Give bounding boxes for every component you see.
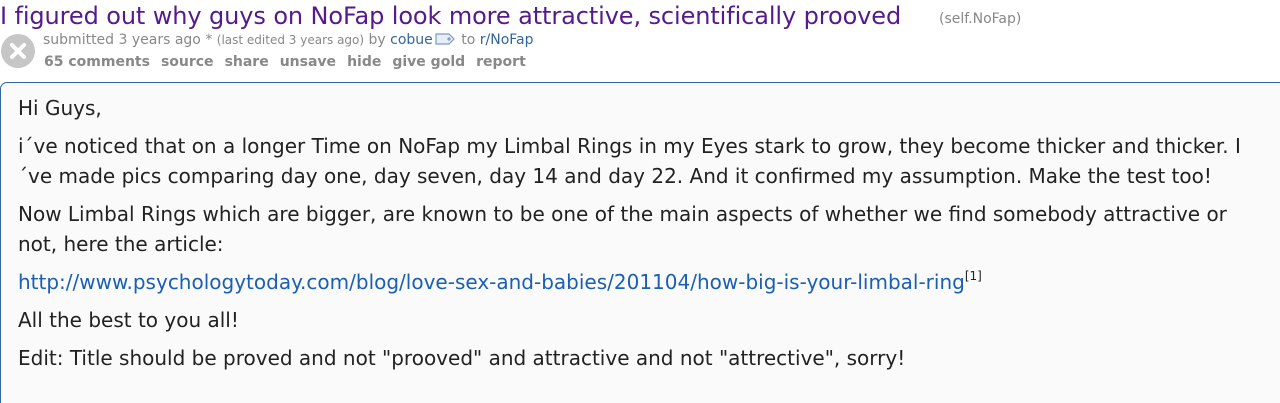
- edited-text: (last edited 3 years ago): [216, 33, 365, 47]
- post-tagline: submitted 3 years ago * (last edited 3 y…: [43, 31, 534, 51]
- article-link[interactable]: http://www.psychologytoday.com/blog/love…: [18, 270, 965, 294]
- share-button[interactable]: share: [225, 54, 269, 70]
- post-buttons: 65 comments source share unsave hide give gol…: [44, 53, 537, 71]
- by-text: by: [364, 32, 391, 48]
- submitted-text: submitted 3 years ago *: [43, 32, 217, 48]
- body-paragraph: All the best to you all!: [18, 308, 239, 332]
- post-domain[interactable]: (self.NoFap): [939, 10, 1021, 28]
- post-title-row: I figured out why guys on NoFap look mor…: [0, 0, 1280, 32]
- unsave-button[interactable]: unsave: [280, 54, 336, 70]
- post-body: Hi Guys, i´ve noticed that on a longer T…: [0, 82, 1280, 403]
- hide-button[interactable]: hide: [347, 54, 381, 70]
- body-link-paragraph: http://www.psychologytoday.com/blog/love…: [18, 267, 1272, 297]
- report-button[interactable]: report: [476, 54, 526, 70]
- comments-button[interactable]: 65 comments: [44, 54, 150, 70]
- close-icon: [10, 43, 26, 59]
- post-title[interactable]: I figured out why guys on NoFap look mor…: [0, 1, 901, 31]
- to-text: to: [456, 32, 480, 48]
- hide-post-button[interactable]: [1, 34, 35, 68]
- author-link[interactable]: cobue: [390, 32, 433, 48]
- body-paragraph: Now Limbal Rings which are bigger, are k…: [18, 202, 1227, 256]
- subreddit-link[interactable]: r/NoFap: [480, 32, 534, 48]
- tag-icon[interactable]: [435, 32, 455, 51]
- give-gold-button[interactable]: give gold: [392, 54, 465, 70]
- body-paragraph: Hi Guys,: [18, 96, 102, 120]
- source-button[interactable]: source: [161, 54, 214, 70]
- body-paragraph: i´ve noticed that on a longer Time on No…: [18, 134, 1241, 188]
- body-paragraph: Edit: Title should be proved and not "pr…: [18, 346, 906, 370]
- footnote-ref: [1]: [964, 269, 982, 283]
